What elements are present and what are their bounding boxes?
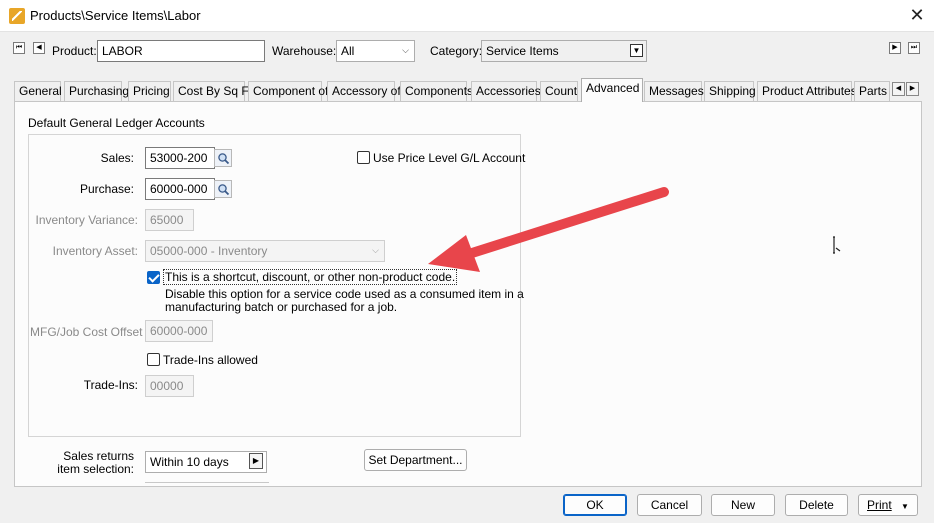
tab-shipping[interactable]: Shipping <box>704 81 756 101</box>
tab-parts[interactable]: Parts C <box>854 81 890 101</box>
tab-purchasing[interactable]: Purchasing <box>64 81 129 101</box>
inventory-asset-value: 05000-000 - Inventory <box>150 244 268 258</box>
sales-returns-arrow-icon[interactable]: ▶ <box>249 453 263 469</box>
mfg-job-cost-offset-input: 60000-000 <box>145 320 213 342</box>
trade-ins-allowed-checkbox[interactable] <box>147 353 160 366</box>
app-icon <box>9 8 25 24</box>
warehouse-select[interactable]: All ⌵ <box>336 40 415 62</box>
tab-cost-by-sq-ft[interactable]: Cost By Sq Ft <box>173 81 252 101</box>
cancel-button[interactable]: Cancel <box>637 494 702 516</box>
shortcut-label-text: This is a shortcut, discount, or other n… <box>163 269 458 285</box>
tab-accessory-of[interactable]: Accessory of <box>327 81 401 101</box>
mfg-job-cost-offset-label: MFG/Job Cost Offset <box>30 325 143 339</box>
tab-product-attributes[interactable]: Product Attributes <box>757 81 857 101</box>
tab-messages[interactable]: Messages <box>644 81 704 101</box>
red-arrow-annotation <box>428 187 669 272</box>
sales-account-input[interactable]: 53000-200 <box>145 147 215 169</box>
print-button[interactable]: Print ▼ <box>858 494 918 516</box>
trade-ins-input: 00000 <box>145 375 194 397</box>
trade-ins-label: Trade-Ins: <box>83 378 138 392</box>
chevron-down-icon: ⌵ <box>372 245 379 255</box>
use-price-level-checkbox[interactable] <box>357 151 370 164</box>
tab-component-of[interactable]: Component of <box>248 81 328 101</box>
tab-pricing[interactable]: Pricing <box>128 81 171 101</box>
sales-returns-label-line2: item selection: <box>57 462 134 476</box>
tab-count[interactable]: Count <box>540 81 578 101</box>
tab-strip: General Purchasing Pricing Cost By Sq Ft… <box>14 78 922 102</box>
purchase-label: Purchase: <box>79 182 134 196</box>
first-record-icon[interactable]: ⏮ <box>13 42 25 54</box>
tab-scroll-left-icon[interactable]: ◀ <box>892 82 905 96</box>
category-select[interactable]: Service Items ▼ <box>481 40 647 62</box>
tab-general[interactable]: General <box>14 81 62 101</box>
sales-label: Sales: <box>100 151 134 165</box>
trade-ins-allowed-label: Trade-Ins allowed <box>163 353 258 367</box>
product-input[interactable]: LABOR <box>97 40 265 62</box>
sales-returns-label-line1: Sales returns <box>63 449 134 463</box>
warehouse-label: Warehouse: <box>272 44 337 58</box>
tab-components[interactable]: Components <box>400 81 473 101</box>
inventory-variance-input: 65000 <box>145 209 194 231</box>
dropdown-icon[interactable]: ▼ <box>630 44 643 57</box>
shortcut-help-line-2: manufacturing batch or purchased for a j… <box>165 300 398 314</box>
window-title: Products\Service Items\Labor <box>30 8 201 23</box>
print-label: Print <box>867 498 892 512</box>
purchase-account-input[interactable]: 60000-000 <box>145 178 215 200</box>
caret-down-icon: ▼ <box>901 502 909 511</box>
category-label: Category: <box>430 44 483 58</box>
text-cursor-icon <box>830 236 842 257</box>
sales-search-icon[interactable] <box>214 149 232 167</box>
warehouse-value: All <box>341 44 355 58</box>
gl-section-title: Default General Ledger Accounts <box>28 116 205 130</box>
next-record-icon[interactable]: ▶ <box>889 42 901 54</box>
new-button[interactable]: New <box>711 494 775 516</box>
shortcut-label: This is a shortcut, discount, or other n… <box>163 269 458 285</box>
shortcut-help-line-1: Disable this option for a service code u… <box>165 287 524 301</box>
previous-record-icon[interactable]: ◀ <box>33 42 45 54</box>
button-bar: OK Cancel New Delete Print ▼ <box>0 490 934 523</box>
inventory-variance-label: Inventory Variance: <box>35 213 139 227</box>
set-department-button[interactable]: Set Department... <box>364 449 467 471</box>
category-value: Service Items <box>486 44 559 58</box>
tab-scroll-right-icon[interactable]: ▶ <box>906 82 919 96</box>
ok-button[interactable]: OK <box>563 494 627 516</box>
delete-button[interactable]: Delete <box>785 494 848 516</box>
use-price-level-label: Use Price Level G/L Account <box>373 151 526 165</box>
tab-accessories[interactable]: Accessories <box>471 81 541 101</box>
shortcut-checkbox[interactable] <box>147 271 160 284</box>
last-record-icon[interactable]: ⏭ <box>908 42 920 54</box>
cutoff-field <box>145 482 269 488</box>
title-bar: Products\Service Items\Labor ✕ <box>0 0 934 32</box>
close-icon[interactable]: ✕ <box>906 4 928 26</box>
product-label: Product: <box>52 44 97 58</box>
inventory-asset-label: Inventory Asset: <box>52 244 138 258</box>
purchase-search-icon[interactable] <box>214 180 232 198</box>
chevron-down-icon: ⌵ <box>402 45 409 55</box>
tab-advanced[interactable]: Advanced <box>581 78 643 102</box>
inventory-asset-select: 05000-000 - Inventory ⌵ <box>145 240 385 262</box>
